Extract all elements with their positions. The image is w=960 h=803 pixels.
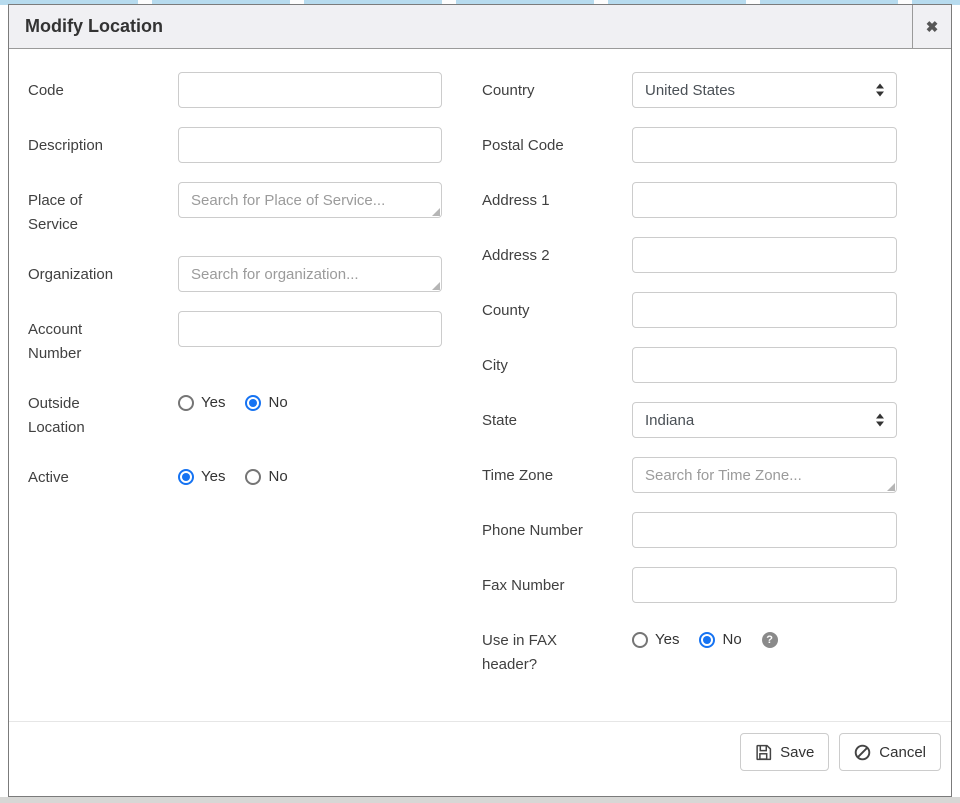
- outside-location-no-option[interactable]: No: [245, 394, 287, 411]
- field-address1: Address 1: [482, 182, 897, 218]
- use-in-fax-header-no-option[interactable]: No: [699, 631, 741, 648]
- close-button[interactable]: ✖: [912, 5, 951, 48]
- active-yes-radio[interactable]: [178, 469, 194, 485]
- outside-location-no-label: No: [268, 394, 287, 411]
- phone-number-label: Phone Number: [482, 512, 632, 543]
- field-account-number: Account Number: [28, 311, 442, 366]
- organization-label: Organization: [28, 256, 178, 287]
- place-of-service-label: Place of Service: [28, 182, 178, 237]
- county-input[interactable]: [632, 292, 897, 328]
- field-use-in-fax-header: Use in FAX header? Yes No ?: [482, 622, 897, 677]
- account-number-input[interactable]: [178, 311, 442, 347]
- active-radio-group: Yes No: [178, 468, 442, 485]
- field-organization: Organization: [28, 256, 442, 292]
- active-label: Active: [28, 459, 178, 490]
- address2-input[interactable]: [632, 237, 897, 273]
- field-address2: Address 2: [482, 237, 897, 273]
- save-button[interactable]: Save: [740, 733, 829, 771]
- active-no-label: No: [268, 468, 287, 485]
- outside-location-label: Outside Location: [28, 385, 178, 440]
- cancel-button[interactable]: Cancel: [839, 733, 941, 771]
- help-icon[interactable]: ?: [762, 632, 778, 648]
- address1-label: Address 1: [482, 182, 632, 213]
- ban-cancel-icon: [854, 744, 871, 761]
- code-label: Code: [28, 72, 178, 103]
- use-in-fax-header-no-label: No: [722, 631, 741, 648]
- phone-number-input[interactable]: [632, 512, 897, 548]
- state-select[interactable]: Indiana: [632, 402, 897, 438]
- dialog-body: Code Description Place of Service: [9, 49, 951, 721]
- active-no-radio[interactable]: [245, 469, 261, 485]
- outside-location-yes-radio[interactable]: [178, 395, 194, 411]
- field-active: Active Yes No: [28, 459, 442, 490]
- field-state: State Indiana: [482, 402, 897, 438]
- active-yes-label: Yes: [201, 468, 225, 485]
- place-of-service-search-input[interactable]: [178, 182, 442, 218]
- dialog-title: Modify Location: [9, 5, 912, 48]
- field-postal-code: Postal Code: [482, 127, 897, 163]
- modify-location-dialog: Modify Location ✖ Code Description Place…: [8, 4, 952, 797]
- field-county: County: [482, 292, 897, 328]
- time-zone-search-input[interactable]: [632, 457, 897, 493]
- outside-location-no-radio[interactable]: [245, 395, 261, 411]
- resize-grip-icon: [887, 483, 895, 491]
- save-button-label: Save: [780, 744, 814, 761]
- fax-number-label: Fax Number: [482, 567, 632, 598]
- state-label: State: [482, 402, 632, 433]
- field-time-zone: Time Zone: [482, 457, 897, 493]
- dialog-footer: Save Cancel: [9, 721, 951, 796]
- outside-location-radio-group: Yes No: [178, 394, 442, 411]
- city-input[interactable]: [632, 347, 897, 383]
- country-label: Country: [482, 72, 632, 103]
- time-zone-label: Time Zone: [482, 457, 632, 488]
- field-fax-number: Fax Number: [482, 567, 897, 603]
- field-city: City: [482, 347, 897, 383]
- select-caret-icon: [875, 83, 885, 98]
- field-phone-number: Phone Number: [482, 512, 897, 548]
- resize-grip-icon: [432, 282, 440, 290]
- outside-location-yes-label: Yes: [201, 394, 225, 411]
- field-code: Code: [28, 72, 442, 108]
- account-number-label: Account Number: [28, 311, 178, 366]
- organization-search-input[interactable]: [178, 256, 442, 292]
- description-label: Description: [28, 127, 178, 158]
- country-select-value: United States: [645, 82, 735, 99]
- close-icon: ✖: [926, 18, 939, 36]
- country-select[interactable]: United States: [632, 72, 897, 108]
- use-in-fax-header-label: Use in FAX header?: [482, 622, 632, 677]
- use-in-fax-header-no-radio[interactable]: [699, 632, 715, 648]
- county-label: County: [482, 292, 632, 323]
- address2-label: Address 2: [482, 237, 632, 268]
- field-country: Country United States: [482, 72, 897, 108]
- field-description: Description: [28, 127, 442, 163]
- active-yes-option[interactable]: Yes: [178, 468, 225, 485]
- resize-grip-icon: [432, 208, 440, 216]
- fax-number-input[interactable]: [632, 567, 897, 603]
- background-bottom-strip: [0, 797, 960, 803]
- select-caret-icon: [875, 413, 885, 428]
- use-in-fax-header-radio-group: Yes No ?: [632, 631, 897, 648]
- city-label: City: [482, 347, 632, 378]
- address1-input[interactable]: [632, 182, 897, 218]
- field-place-of-service: Place of Service: [28, 182, 442, 237]
- dialog-header: Modify Location ✖: [9, 5, 951, 49]
- outside-location-yes-option[interactable]: Yes: [178, 394, 225, 411]
- field-outside-location: Outside Location Yes No: [28, 385, 442, 440]
- left-column: Code Description Place of Service: [28, 72, 442, 721]
- floppy-save-icon: [755, 744, 772, 761]
- state-select-value: Indiana: [645, 412, 694, 429]
- cancel-button-label: Cancel: [879, 744, 926, 761]
- active-no-option[interactable]: No: [245, 468, 287, 485]
- use-in-fax-header-yes-option[interactable]: Yes: [632, 631, 679, 648]
- description-input[interactable]: [178, 127, 442, 163]
- use-in-fax-header-yes-radio[interactable]: [632, 632, 648, 648]
- postal-code-label: Postal Code: [482, 127, 632, 158]
- use-in-fax-header-yes-label: Yes: [655, 631, 679, 648]
- postal-code-input[interactable]: [632, 127, 897, 163]
- code-input[interactable]: [178, 72, 442, 108]
- right-column: Country United States Postal Code: [482, 72, 897, 721]
